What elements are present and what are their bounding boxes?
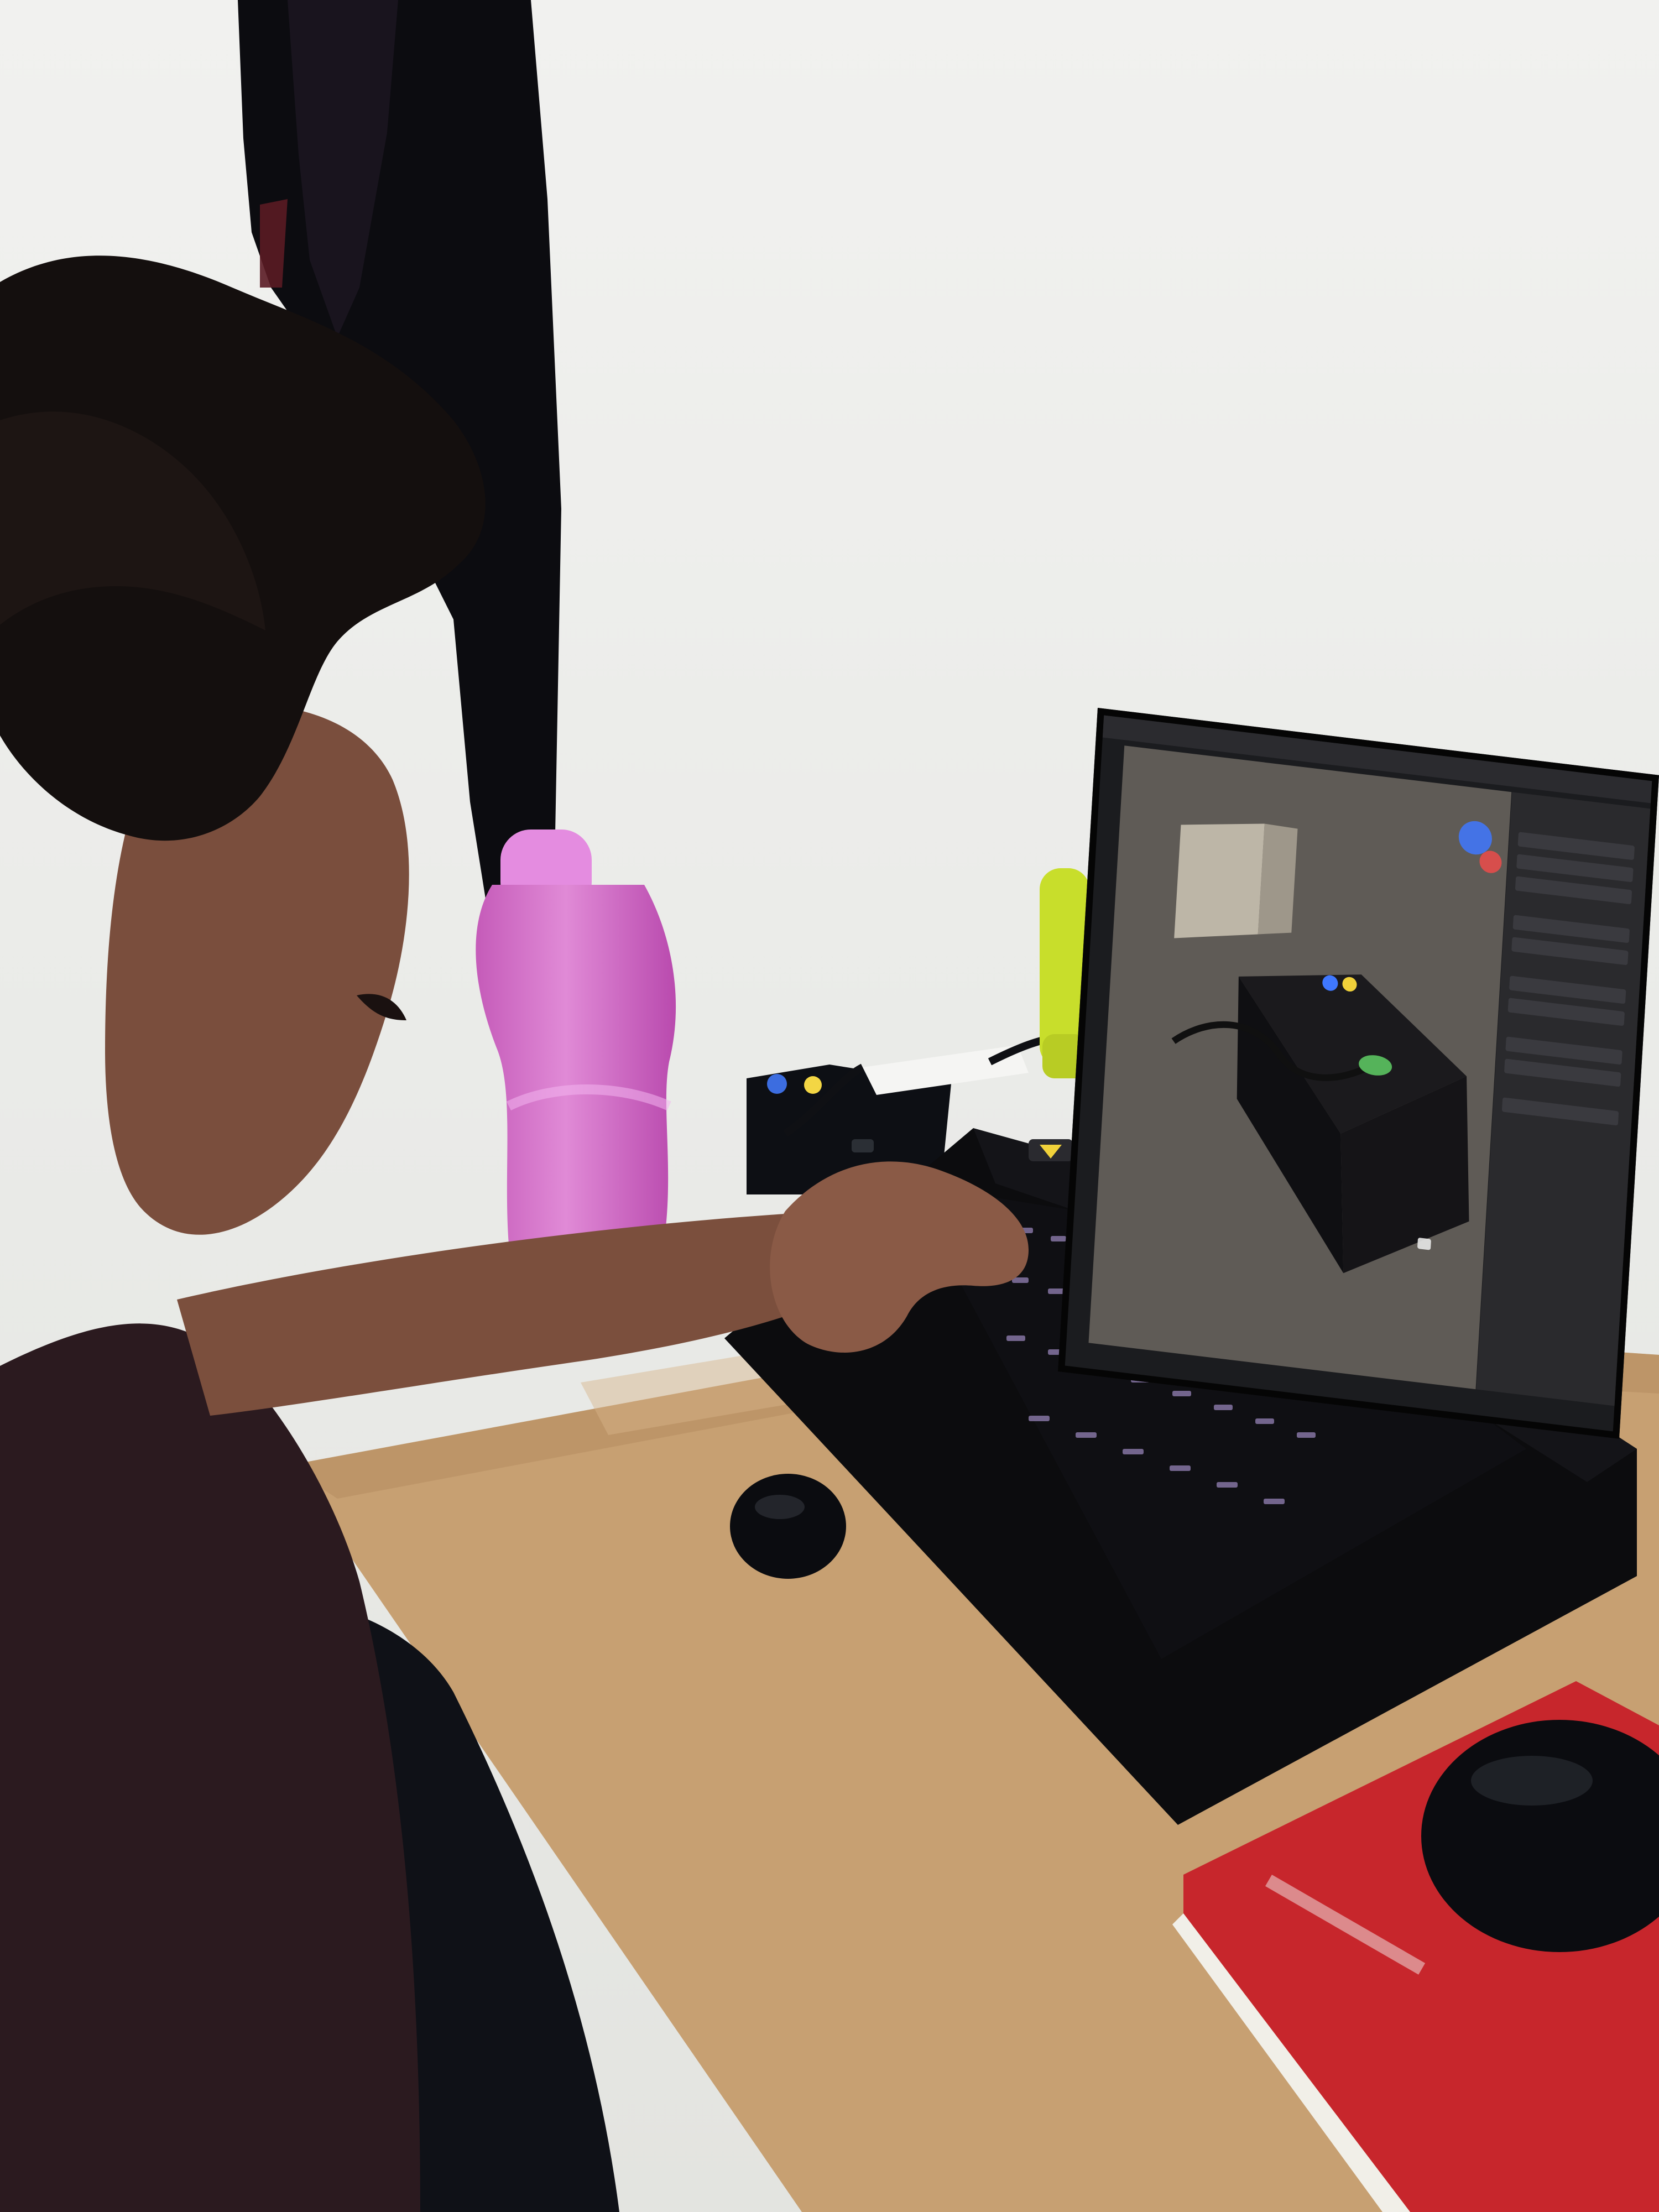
person — [0, 255, 1029, 2212]
